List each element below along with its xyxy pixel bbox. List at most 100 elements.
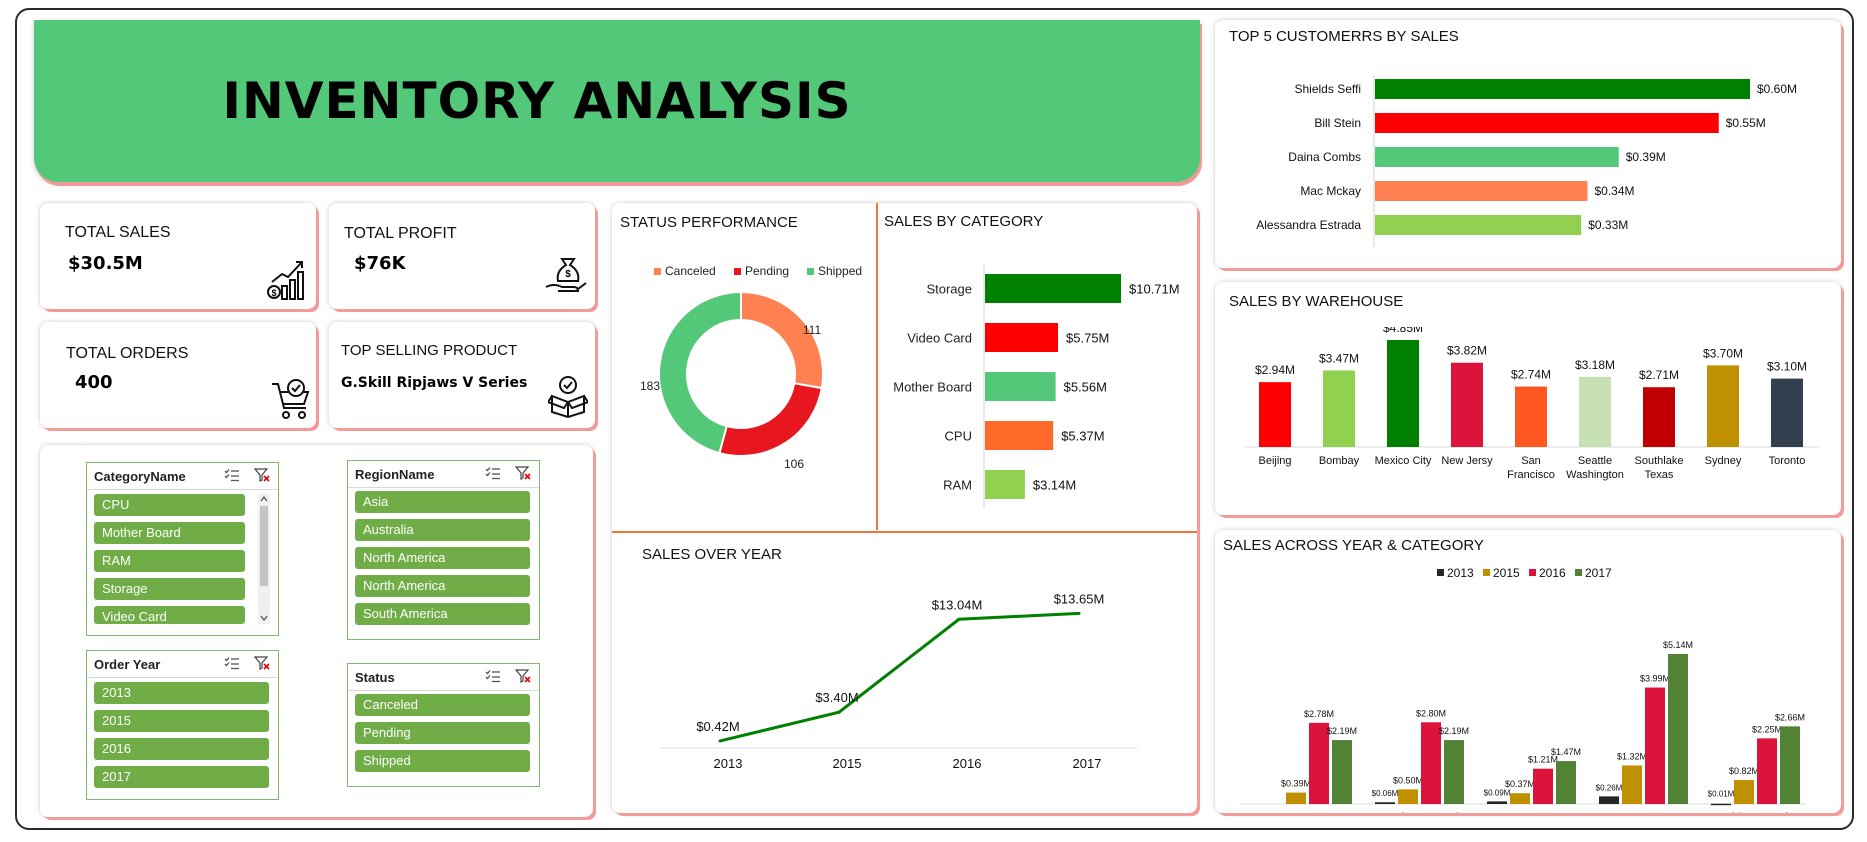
- clear-filter-icon[interactable]: [515, 669, 531, 683]
- svg-text:$: $: [271, 288, 276, 298]
- multi-select-icon[interactable]: [485, 669, 501, 683]
- kpi-label: TOP SELLING PRODUCT: [341, 342, 518, 359]
- slicer-item-mother-board[interactable]: Mother Board: [94, 522, 245, 544]
- slice-value-label: 106: [784, 457, 804, 471]
- warehouse-tick-label: Southlake: [1635, 455, 1684, 467]
- customer-tick-label: Mac Mckay: [1300, 184, 1361, 198]
- region-slicer: RegionName Asia Australia North America …: [347, 460, 540, 640]
- shopping-cart-check-icon: [272, 379, 310, 419]
- category-bar: [985, 274, 1121, 303]
- warehouse-bar: [1707, 365, 1739, 447]
- warehouse-card: SALES BY WAREHOUSE $2.94M Beijing $3.47M Bo…: [1215, 282, 1841, 515]
- donut-slice-pending: [718, 382, 823, 457]
- bar-value-label: $2.94M: [1255, 363, 1295, 377]
- kpi-label: TOTAL ORDERS: [66, 345, 189, 362]
- slicer-title: Status: [355, 669, 395, 685]
- slice-value-label: 111: [803, 323, 822, 337]
- clear-filter-icon[interactable]: [254, 468, 270, 482]
- year-category-bar: [1510, 793, 1530, 804]
- bar-value-label: $10.71M: [1129, 282, 1180, 297]
- bar-value-label: $0.55M: [1726, 116, 1766, 130]
- bar-value-label: $0.26M: [1596, 783, 1623, 792]
- legend-label: Canceled: [665, 264, 716, 278]
- year-category-bar: [1734, 780, 1754, 804]
- year-tick-label: 2017: [1073, 756, 1102, 771]
- slicer-item-shipped[interactable]: Shipped: [355, 750, 530, 772]
- slicer-item-canceled[interactable]: Canceled: [355, 694, 530, 716]
- slicer-item-video-card[interactable]: Video Card: [94, 606, 245, 624]
- slicer-item-2013[interactable]: 2013: [94, 682, 269, 704]
- bar-value-label: $3.82M: [1447, 344, 1487, 358]
- warehouse-bar: [1387, 340, 1419, 447]
- bar-value-label: $0.50M: [1393, 775, 1423, 785]
- multi-select-icon[interactable]: [485, 466, 501, 480]
- year-chart-title: SALES OVER YEAR: [642, 546, 782, 563]
- clear-filter-icon[interactable]: [254, 656, 270, 670]
- customer-bar: [1375, 215, 1582, 235]
- sales-line: [719, 611, 1080, 743]
- kpi-value: G.Skill Ripjaws V Series: [341, 375, 528, 391]
- bar-value-label: $2.19M: [1327, 726, 1357, 736]
- legend-swatch: [654, 268, 661, 275]
- slicer-item-north-america-1[interactable]: North America: [355, 547, 530, 569]
- bar-value-label: $3.70M: [1703, 346, 1743, 360]
- warehouse-bar: [1259, 382, 1291, 447]
- slicer-title: RegionName: [355, 466, 435, 482]
- kpi-value: $30.5M: [68, 253, 143, 274]
- slicer-item-2017[interactable]: 2017: [94, 766, 269, 788]
- multi-select-icon[interactable]: [224, 468, 240, 482]
- bar-value-label: $2.19M: [1439, 726, 1469, 736]
- slicer-item-2016[interactable]: 2016: [94, 738, 269, 760]
- top-customers-chart: Shields Seffi $0.60M Bill Stein $0.55M Daina…: [1256, 75, 1797, 247]
- bar-value-label: $2.25M: [1752, 724, 1782, 734]
- year-category-card: SALES ACROSS YEAR & CATEGORY 2013 2015 201…: [1215, 530, 1841, 813]
- category-tick-label: RAM: [943, 478, 972, 493]
- year-category-bar: [1375, 802, 1395, 804]
- legend-swatch: [1529, 569, 1536, 576]
- bar-value-label: $0.33M: [1588, 218, 1628, 232]
- sales-by-warehouse-chart: $2.94M Beijing $3.47M Bombay $4.85M Mexico Ci…: [1245, 327, 1819, 481]
- slicer-scrollbar[interactable]: [258, 494, 270, 624]
- slicer-item-cpu[interactable]: CPU: [94, 494, 245, 516]
- sales-over-year-chart: $0.42M 2013 $3.40M 2015 $13.04M 2016 $13.65M 20…: [660, 591, 1137, 771]
- legend-label: 2016: [1539, 566, 1566, 580]
- bar-value-label: $5.75M: [1066, 331, 1109, 346]
- clear-filter-icon[interactable]: [515, 466, 531, 480]
- warehouse-bar: [1771, 378, 1803, 447]
- kpi-value: $76K: [354, 253, 406, 274]
- status-donut-chart: Canceled Pending Shipped 111 106 183: [640, 264, 862, 471]
- bar-value-label: $2.66M: [1775, 712, 1805, 722]
- legend-swatch: [734, 268, 741, 275]
- slicer-item-2015[interactable]: 2015: [94, 710, 269, 732]
- money-bag-hand-icon: $: [545, 258, 587, 292]
- slicer-item-australia[interactable]: Australia: [355, 519, 530, 541]
- category-slicer: CategoryName CPU Mother Board RAM Storag…: [86, 462, 279, 636]
- warehouse-bar: [1515, 386, 1547, 447]
- slicer-item-storage[interactable]: Storage: [94, 578, 245, 600]
- category-bar: [985, 421, 1054, 450]
- warehouse-bar: [1323, 370, 1355, 447]
- bar-value-label: $3.14M: [1033, 478, 1076, 493]
- slicer-item-ram[interactable]: RAM: [94, 550, 245, 572]
- slice-value-label: 183: [640, 379, 660, 393]
- point-value-label: $13.04M: [932, 597, 983, 612]
- warehouse-chart-title: SALES BY WAREHOUSE: [1229, 293, 1404, 310]
- category-tick-label: RAM: [1517, 810, 1546, 813]
- bar-value-label: $3.10M: [1767, 360, 1807, 374]
- slicer-item-asia[interactable]: Asia: [355, 491, 530, 513]
- bar-value-label: $0.01M: [1708, 790, 1735, 799]
- slicer-item-north-america-2[interactable]: North America: [355, 575, 530, 597]
- year-category-bar: [1487, 801, 1507, 804]
- warehouse-tick-label: Toronto: [1769, 455, 1806, 467]
- year-category-chart-title: SALES ACROSS YEAR & CATEGORY: [1223, 537, 1484, 554]
- year-category-bar: [1780, 726, 1800, 804]
- slicer-item-pending[interactable]: Pending: [355, 722, 530, 744]
- multi-select-icon[interactable]: [224, 656, 240, 670]
- point-value-label: $0.42M: [696, 719, 739, 734]
- slicer-item-south-america[interactable]: South America: [355, 603, 530, 625]
- legend-label: 2015: [1493, 566, 1520, 580]
- year-category-bar: [1622, 765, 1642, 804]
- legend-label: 2017: [1585, 566, 1612, 580]
- category-chart-title: SALES BY CATEGORY: [884, 213, 1044, 230]
- year-category-bar: [1398, 789, 1418, 804]
